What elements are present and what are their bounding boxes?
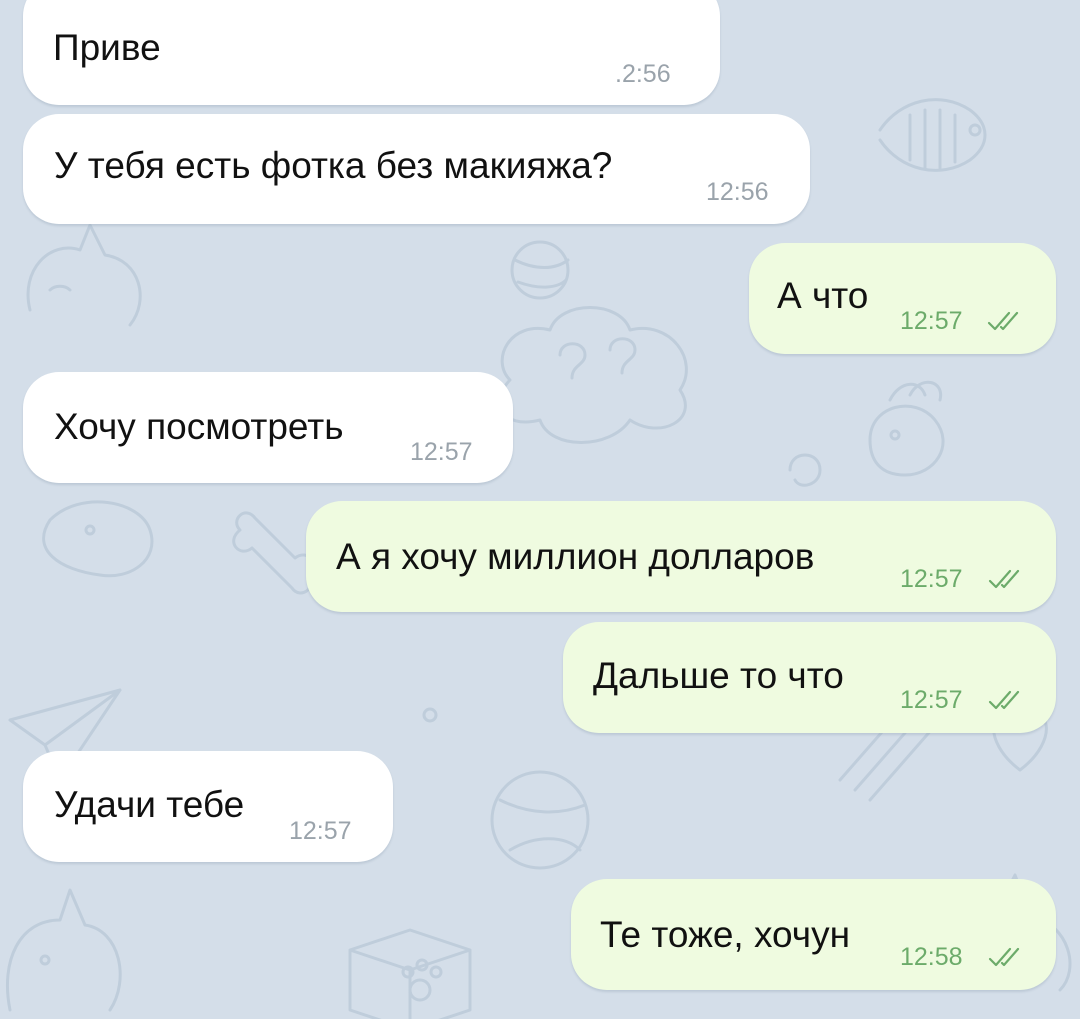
message-text: Дальше то что xyxy=(593,655,844,696)
message-text: А я хочу миллион долларов xyxy=(336,536,815,577)
double-check-icon xyxy=(987,311,1019,331)
double-check-icon xyxy=(988,569,1020,589)
message-text: У тебя есть фотка без макияжа? xyxy=(54,145,613,186)
chat-area[interactable]: Приве .2:56 У тебя есть фотка без макияж… xyxy=(0,0,1080,1019)
double-check-icon xyxy=(988,690,1020,710)
message-text: Те тоже, хочун xyxy=(600,914,851,955)
message-text: Хочу посмотреть xyxy=(54,406,344,447)
message-bubble-incoming[interactable]: Хочу посмотреть 12:57 xyxy=(23,372,513,483)
message-time: 12:58 xyxy=(900,943,963,971)
message-time: 12:56 xyxy=(706,178,769,206)
message-bubble-outgoing[interactable]: Те тоже, хочун 12:58 xyxy=(571,879,1056,990)
message-bubble-outgoing[interactable]: Дальше то что 12:57 xyxy=(563,622,1056,733)
message-bubble-incoming[interactable]: У тебя есть фотка без макияжа? 12:56 xyxy=(23,114,810,224)
message-text: Удачи тебе xyxy=(54,784,245,825)
message-time: 12:57 xyxy=(900,565,963,593)
message-bubble-outgoing[interactable]: А я хочу миллион долларов 12:57 xyxy=(306,501,1056,612)
message-bubble-incoming[interactable]: Приве .2:56 xyxy=(23,0,720,105)
message-bubble-incoming[interactable]: Удачи тебе 12:57 xyxy=(23,751,393,862)
message-time: 12:57 xyxy=(410,438,473,466)
message-text: Приве xyxy=(53,27,161,68)
message-time: .2:56 xyxy=(615,60,671,88)
message-bubble-outgoing[interactable]: А что 12:57 xyxy=(749,243,1056,354)
message-time: 12:57 xyxy=(289,817,352,845)
message-time: 12:57 xyxy=(900,307,963,335)
message-time: 12:57 xyxy=(900,686,963,714)
redacted-area xyxy=(201,22,631,70)
double-check-icon xyxy=(988,947,1020,967)
message-text: А что xyxy=(777,275,869,316)
